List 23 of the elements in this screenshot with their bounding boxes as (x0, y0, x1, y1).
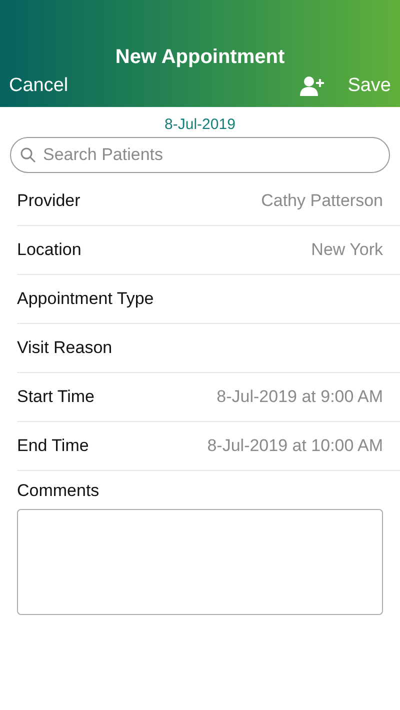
comments-field[interactable] (17, 509, 383, 615)
field-label: Location (17, 240, 82, 260)
field-label: Visit Reason (17, 338, 112, 358)
field-value: Cathy Patterson (261, 191, 383, 211)
field-label: Start Time (17, 387, 94, 407)
form-row[interactable]: Appointment Type (17, 275, 400, 324)
field-value: New York (311, 240, 383, 260)
form-row[interactable]: End Time 8-Jul-2019 at 10:00 AM (17, 422, 400, 471)
form-row[interactable]: Visit Reason (17, 324, 400, 373)
form-row[interactable]: Location New York (17, 226, 400, 275)
field-value: 8-Jul-2019 at 9:00 AM (216, 387, 383, 407)
field-label: Appointment Type (17, 289, 154, 309)
form-row[interactable]: Provider Cathy Patterson (17, 177, 400, 226)
field-value: 8-Jul-2019 at 10:00 AM (207, 436, 383, 456)
date-label: 8-Jul-2019 (164, 116, 236, 133)
window-title: New Appointment (114, 46, 286, 69)
form-row[interactable]: Start Time 8-Jul-2019 at 9:00 AM (17, 373, 400, 422)
field-label: End Time (17, 436, 89, 456)
cancel-button[interactable]: Cancel (9, 75, 68, 97)
search-field[interactable]: Search Patients (10, 137, 390, 173)
add-person-icon[interactable] (300, 76, 324, 96)
field-label: Comments (17, 481, 100, 501)
field-label: Provider (17, 191, 80, 211)
